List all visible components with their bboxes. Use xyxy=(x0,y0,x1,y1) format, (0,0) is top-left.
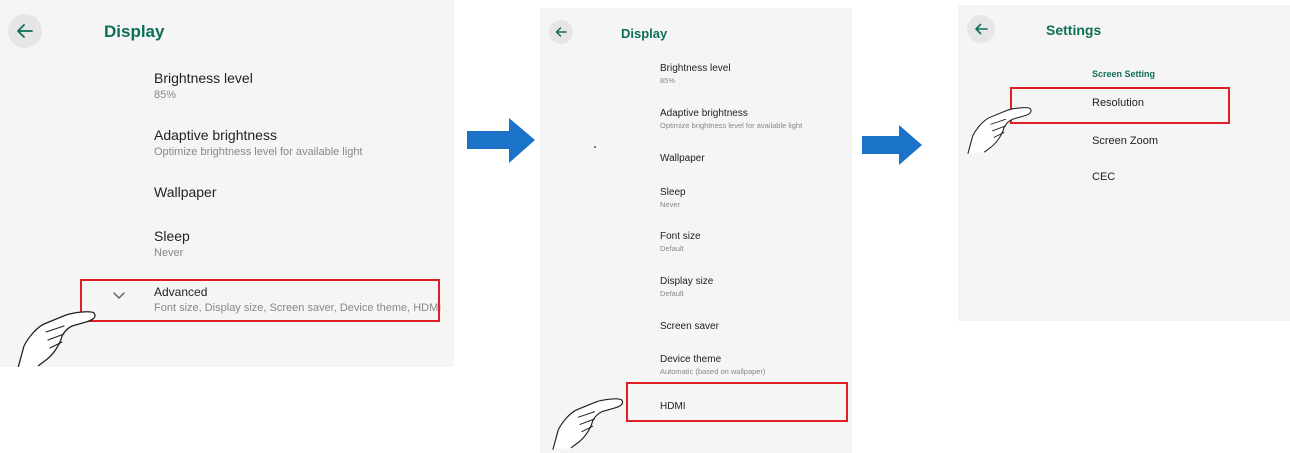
item-title: Brightness level xyxy=(154,70,253,86)
item-title: Wallpaper xyxy=(154,184,217,200)
screen-zoom-item[interactable]: Screen Zoom xyxy=(1092,135,1158,147)
wallpaper-item[interactable]: Wallpaper xyxy=(660,153,705,164)
highlight-box xyxy=(626,382,848,422)
brightness-level-item[interactable]: Brightness level 85% xyxy=(660,63,731,85)
adaptive-brightness-item[interactable]: Adaptive brightness Optimize brightness … xyxy=(660,108,802,130)
item-title: Adaptive brightness xyxy=(154,127,277,143)
back-button[interactable] xyxy=(549,20,573,44)
display-screen-1: Display Brightness level 85% Adaptive br… xyxy=(0,0,454,367)
item-subtitle: Optimize brightness level for available … xyxy=(660,121,803,130)
arrow-left-icon xyxy=(975,23,988,35)
item-title: Sleep xyxy=(660,187,686,198)
sleep-item[interactable]: Sleep Never xyxy=(154,228,190,259)
hand-pointer-icon xyxy=(552,398,624,450)
item-title: Adaptive brightness xyxy=(660,108,748,119)
page-title: Display xyxy=(104,22,165,41)
item-title: Device theme xyxy=(660,354,722,365)
highlight-box xyxy=(80,279,440,322)
arrow-left-icon xyxy=(17,24,33,38)
wallpaper-item[interactable]: Wallpaper xyxy=(154,184,217,200)
item-subtitle: Never xyxy=(660,200,681,209)
highlight-box xyxy=(1010,87,1230,124)
page-title: Display xyxy=(621,26,668,41)
section-header: Screen Setting xyxy=(1092,69,1156,79)
item-title: Wallpaper xyxy=(660,153,705,164)
item-title: Screen Zoom xyxy=(1092,135,1159,147)
hand-pointer-icon xyxy=(17,311,96,367)
item-subtitle: Default xyxy=(660,244,684,253)
cec-item[interactable]: CEC xyxy=(1092,171,1115,183)
arrow-right-icon xyxy=(862,125,922,165)
sleep-item[interactable]: Sleep Never xyxy=(660,187,686,209)
screen-saver-item[interactable]: Screen saver xyxy=(660,321,719,332)
back-button[interactable] xyxy=(967,15,995,43)
page-title: Settings xyxy=(1046,22,1102,38)
item-title: Sleep xyxy=(154,228,190,244)
brightness-level-item[interactable]: Brightness level 85% xyxy=(154,70,253,101)
device-theme-item[interactable]: Device theme Automatic (based on wallpap… xyxy=(660,354,765,376)
back-button[interactable] xyxy=(8,14,42,48)
item-subtitle: Default xyxy=(660,289,684,298)
arrow-right-icon xyxy=(467,118,535,163)
hand-pointer-icon xyxy=(967,107,1032,154)
item-subtitle: 85% xyxy=(154,89,177,101)
adaptive-brightness-item[interactable]: Adaptive brightness Optimize brightness … xyxy=(154,127,363,158)
item-title: Display size xyxy=(660,276,714,287)
item-subtitle: Optimize brightness level for available … xyxy=(154,146,363,158)
item-title: CEC xyxy=(1092,171,1116,183)
settings-screen: Settings Screen Setting Resolution Scree… xyxy=(958,5,1290,321)
font-size-item[interactable]: Font size Default xyxy=(660,231,701,253)
item-subtitle: Automatic (based on wallpaper) xyxy=(660,367,766,376)
item-title: Screen saver xyxy=(660,321,719,332)
item-title: Brightness level xyxy=(660,63,731,74)
arrow-left-icon xyxy=(555,27,567,37)
item-title: Font size xyxy=(660,231,701,242)
item-subtitle: Never xyxy=(154,247,184,259)
display-screen-2: Display Brightness level 85% Adaptive br… xyxy=(540,8,852,453)
display-size-item[interactable]: Display size Default xyxy=(660,276,713,298)
item-subtitle: 85% xyxy=(660,76,676,85)
divider-dot xyxy=(594,146,596,148)
